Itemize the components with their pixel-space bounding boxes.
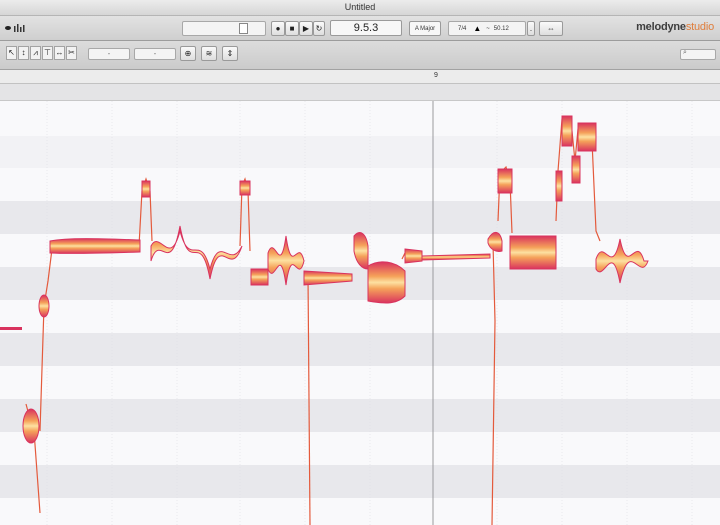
brand-name: melodyne	[636, 21, 686, 33]
note-blob[interactable]	[0, 327, 22, 330]
formant-tool-button[interactable]: ⩘	[30, 46, 41, 60]
note-blob[interactable]	[555, 170, 563, 202]
melodyne-logo: melodynestudio	[636, 21, 714, 33]
note-blob[interactable]	[141, 180, 151, 198]
tempo-menu-button[interactable]: .	[527, 21, 535, 36]
pitch-drift-button[interactable]: ≋	[201, 46, 217, 61]
separation-tool-icon: ✂	[68, 48, 75, 57]
pitch-tool-icon: ↕	[21, 48, 26, 57]
amplitude-tool-button[interactable]: ⊤	[42, 46, 53, 60]
position-display[interactable]: 9.5.3	[330, 20, 402, 36]
zoom-search-icon: ⌕	[683, 49, 687, 56]
pitch-rows	[0, 101, 720, 525]
note-blob[interactable]	[497, 168, 513, 194]
note-blob[interactable]	[367, 261, 406, 304]
note-blob[interactable]	[509, 235, 557, 270]
timing-tool-button[interactable]: ↔	[54, 46, 65, 60]
tempo-prefix: ~	[486, 25, 490, 32]
record-button[interactable]: ●	[271, 21, 285, 36]
note-blob[interactable]	[38, 294, 50, 318]
macro-dropdown-2[interactable]: -	[134, 48, 176, 60]
note-blob[interactable]	[571, 155, 581, 184]
main-tool-button[interactable]: ↖	[6, 46, 17, 60]
note-blob[interactable]	[239, 180, 251, 196]
timeline-ruler[interactable]: 9	[0, 70, 720, 84]
blobs-logo-icon	[5, 24, 25, 32]
tempo-detect-button[interactable]: ⇔	[539, 21, 563, 36]
title-bar: Untitled	[0, 0, 720, 16]
tool-bar: ↖ ↕ ⩘ ⊤ ↔ ✂ - - ⊕ ≋ ⇕ ⌕	[0, 41, 720, 70]
tempo-value[interactable]: 50.12	[494, 26, 509, 32]
metronome-icon[interactable]: ▲	[473, 24, 481, 33]
playhead-scroll-field[interactable]	[182, 21, 266, 36]
quantize-pitch-button[interactable]: ⊕	[180, 46, 196, 61]
meter-tempo-field[interactable]: 7/4 ▲ ~ 50.12	[448, 21, 526, 36]
amplitude-tool-icon: ⊤	[44, 48, 51, 57]
pitch-ruler-strip	[0, 84, 720, 101]
pitch-tool-button[interactable]: ↕	[18, 46, 29, 60]
bar-number: 9	[434, 72, 438, 79]
macro-dropdown-1[interactable]: -	[88, 48, 130, 60]
playhead-thumb[interactable]	[239, 23, 248, 34]
stop-button[interactable]: ■	[285, 21, 299, 36]
timing-tool-icon: ↔	[55, 48, 64, 57]
separation-tool-button[interactable]: ✂	[66, 46, 77, 60]
play-button[interactable]: ▶	[299, 21, 313, 36]
note-blob[interactable]	[577, 122, 597, 152]
main-tool-icon: ↖	[8, 48, 15, 57]
window-title: Untitled	[344, 2, 376, 12]
note-blob[interactable]	[250, 268, 269, 286]
note-editor[interactable]	[0, 101, 720, 525]
note-blob[interactable]	[561, 115, 573, 147]
loop-button[interactable]: ↻	[313, 21, 325, 36]
transport-bar: ● ■ ▶ ↻ 9.5.3 A Major 7/4 ▲ ~ 50.12 . ⇔	[0, 16, 720, 41]
key-selector[interactable]: A Major	[409, 21, 441, 36]
brand-edition: studio	[685, 21, 714, 33]
formant-tool-icon: ⩘	[33, 48, 38, 57]
note-blob[interactable]	[22, 408, 40, 444]
time-signature[interactable]: 7/4	[458, 26, 466, 32]
note-blob[interactable]	[49, 238, 141, 254]
zoom-field[interactable]: ⌕	[680, 49, 716, 60]
note-blob[interactable]	[404, 248, 423, 264]
quantize-time-button[interactable]: ⇕	[222, 46, 238, 61]
